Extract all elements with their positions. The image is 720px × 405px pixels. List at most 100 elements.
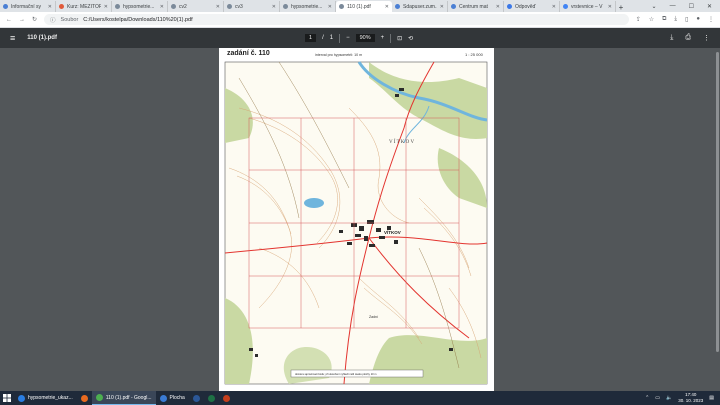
tab-favicon-icon — [59, 4, 64, 9]
pdf-filename: 110 (1).pdf — [27, 35, 57, 41]
browser-tab[interactable]: 110 (1).pdf ✕ — [336, 1, 392, 12]
info-icon[interactable]: ⓘ — [50, 16, 56, 24]
profile-icon[interactable]: ● — [696, 16, 700, 23]
page-number-input[interactable]: 1 — [305, 34, 317, 42]
back-icon[interactable]: ← — [6, 17, 12, 23]
browser-tab[interactable]: Odpověď ✕ — [504, 1, 560, 12]
browser-tab[interactable]: cv2 ✕ — [168, 1, 224, 12]
volume-icon[interactable]: 🔈 — [666, 395, 672, 401]
url-text[interactable]: C:/Users/kostelpa/Downloads/110%20(1).pd… — [83, 17, 192, 23]
clock-date: 30. 10. 2023 — [678, 398, 704, 403]
browser-tab[interactable]: Centrum mat ✕ — [448, 1, 504, 12]
taskbar-app[interactable]: Plocha — [156, 391, 189, 405]
reload-icon[interactable]: ↻ — [32, 16, 37, 23]
close-window-button[interactable]: ✕ — [707, 3, 712, 10]
clock[interactable]: 17:40 30. 10. 2023 — [678, 392, 703, 404]
source-label: Soubor — [60, 16, 79, 23]
tab-search-icon[interactable]: ⌄ — [652, 3, 657, 10]
tab-title: Informační sy — [11, 3, 42, 10]
map-town-label: VÍTKOV — [384, 228, 401, 235]
more-options-icon[interactable]: ⋮ — [703, 34, 710, 42]
maximize-button[interactable]: ☐ — [689, 3, 694, 10]
notification-icon[interactable]: ▤ — [709, 395, 714, 401]
tab-close-icon[interactable]: ✕ — [160, 4, 164, 10]
tab-close-icon[interactable]: ✕ — [552, 4, 556, 10]
browser-tab[interactable]: cv3 ✕ — [224, 1, 280, 12]
zoom-level[interactable]: 90% — [355, 34, 375, 42]
forward-icon[interactable]: → — [19, 17, 25, 23]
taskbar-app[interactable] — [77, 391, 92, 405]
tab-title: hypsometrie... — [291, 3, 323, 10]
tab-favicon-icon — [171, 4, 176, 9]
app-icon — [222, 394, 230, 402]
download-icon[interactable]: ⤓ — [670, 34, 673, 42]
tab-title: cv2 — [179, 3, 187, 10]
tab-close-icon[interactable]: ✕ — [48, 4, 52, 10]
network-icon[interactable]: ▭ — [655, 395, 660, 401]
rotate-icon[interactable]: ⟲ — [408, 35, 413, 42]
tab-close-icon[interactable]: ✕ — [496, 4, 500, 10]
divider — [339, 33, 341, 43]
map-interval-note: interval pro hypsometrii: 10 m — [315, 53, 362, 57]
tab-close-icon[interactable]: ✕ — [385, 4, 389, 10]
tab-close-icon[interactable]: ✕ — [272, 4, 276, 10]
tab-title: Sdapuser.zum... — [403, 3, 437, 10]
taskbar-app[interactable]: 110 (1).pdf - Googl... — [91, 391, 156, 405]
app-icon — [159, 394, 167, 402]
taskbar-app-label: hypsometrie_ukaz... — [28, 395, 73, 401]
hamburger-menu-icon[interactable]: ≡ — [10, 33, 15, 43]
app-icon — [207, 394, 215, 402]
browser-tab[interactable]: Informační sy ✕ — [0, 1, 56, 12]
taskbar-app[interactable] — [189, 391, 204, 405]
taskbar-app[interactable] — [204, 391, 219, 405]
download-icon[interactable]: ⤓ — [674, 16, 677, 23]
browser-tab[interactable]: Sdapuser.zum... ✕ — [392, 1, 448, 12]
taskbar-app-label: 110 (1).pdf - Googl... — [105, 394, 152, 401]
zoom-out-button[interactable]: − — [346, 35, 350, 41]
taskbar-app[interactable] — [219, 391, 234, 405]
star-icon[interactable]: ☆ — [649, 16, 654, 23]
minimize-button[interactable]: — — [670, 3, 676, 10]
new-tab-button[interactable]: + — [616, 3, 626, 12]
page-separator: / — [322, 35, 324, 41]
scrollbar[interactable] — [715, 48, 720, 391]
tab-title: hypsometrie... — [123, 3, 155, 10]
share-icon[interactable]: ⇪ — [636, 16, 641, 23]
tab-close-icon[interactable]: ✕ — [440, 4, 444, 10]
address-bar[interactable]: ⓘ Soubor C:/Users/kostelpa/Downloads/110… — [44, 14, 629, 25]
tab-close-icon[interactable]: ✕ — [216, 4, 220, 10]
browser-tab[interactable]: vrstevnice – V ✕ — [560, 1, 616, 12]
taskbar-app[interactable]: hypsometrie_ukaz... — [14, 391, 77, 405]
tab-title: vrstevnice – V — [571, 3, 603, 10]
fit-page-icon[interactable]: ⊡ — [397, 35, 402, 42]
browser-tab[interactable]: Kurz: MEZITOPO✕ — [56, 1, 112, 12]
pdf-viewer[interactable]: zadání č. 110 interval pro hypsometrii: … — [0, 48, 720, 391]
tab-title: Centrum mat — [459, 3, 488, 10]
tab-favicon-icon — [395, 4, 400, 9]
zoom-in-button[interactable]: + — [381, 35, 385, 41]
tab-favicon-icon — [283, 4, 288, 9]
map-scale: 1 : 25 000 — [465, 52, 484, 57]
sidepanel-icon[interactable]: ▯ — [685, 16, 688, 23]
app-icon — [80, 394, 88, 402]
tab-close-icon[interactable]: ✕ — [608, 4, 612, 10]
pdf-page: zadání č. 110 interval pro hypsometrii: … — [219, 48, 494, 391]
extensions-icon[interactable]: ⧉ — [662, 16, 666, 23]
windows-start-icon[interactable] — [0, 391, 14, 405]
tray-chevron-icon[interactable]: ⌃ — [645, 395, 649, 401]
browser-tab[interactable]: hypsometrie... ✕ — [112, 1, 168, 12]
tab-close-icon[interactable]: ✕ — [328, 4, 332, 10]
print-icon[interactable]: ⎙ — [685, 34, 691, 42]
map-region-label: V Í T K O V — [389, 139, 414, 145]
menu-icon[interactable]: ⋮ — [708, 16, 714, 23]
topographic-map: zadání č. 110 interval pro hypsometrii: … — [219, 48, 494, 391]
map-title: zadání č. 110 — [227, 50, 270, 57]
tab-title: Kurz: MEZITOPO — [67, 3, 101, 10]
app-icon — [95, 394, 103, 401]
tab-close-icon[interactable]: ✕ — [104, 4, 108, 10]
browser-toolbar: ← → ↻ ⓘ Soubor C:/Users/kostelpa/Downloa… — [0, 12, 720, 28]
page-total: 1 — [329, 35, 334, 41]
tab-title: 110 (1).pdf — [347, 3, 371, 10]
browser-tab[interactable]: hypsometrie... ✕ — [280, 1, 336, 12]
tab-favicon-icon — [339, 4, 344, 9]
